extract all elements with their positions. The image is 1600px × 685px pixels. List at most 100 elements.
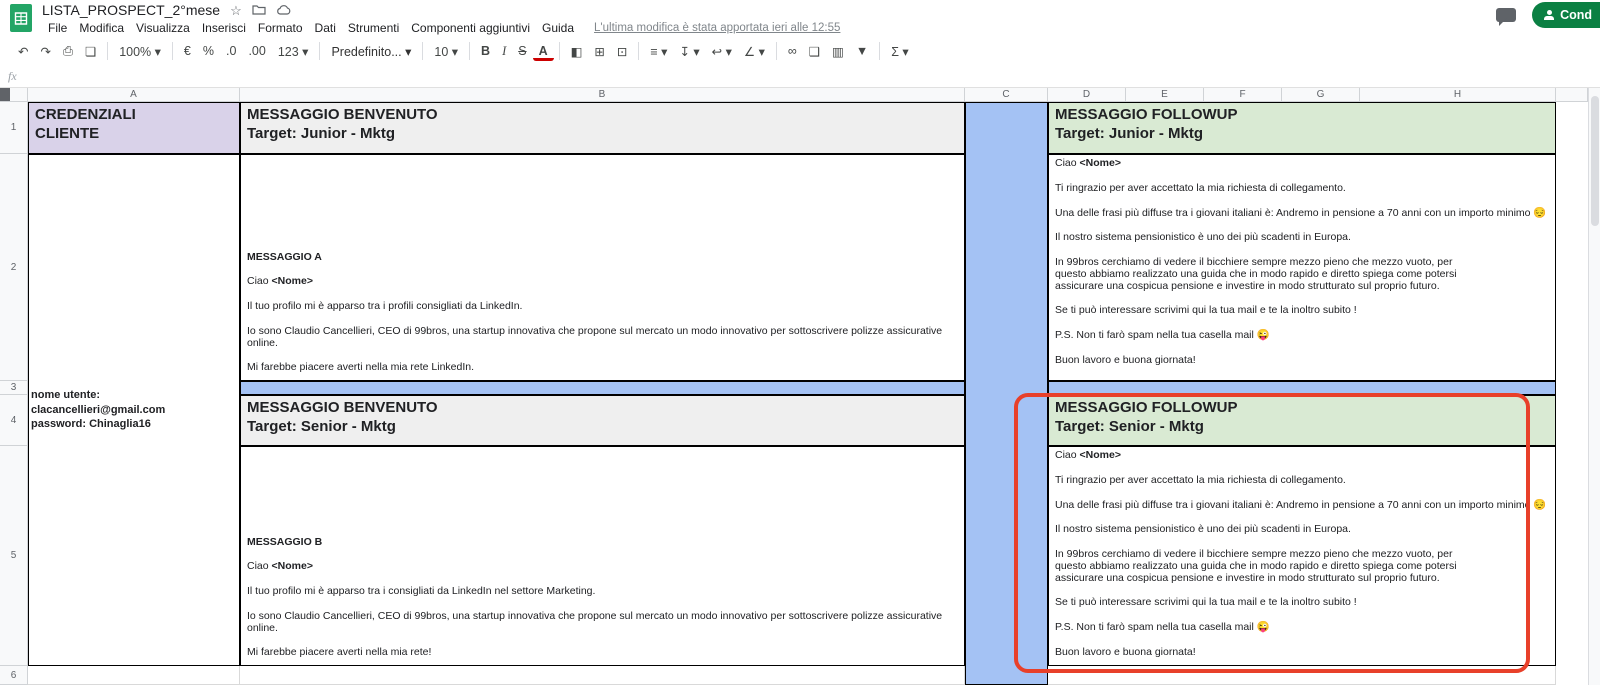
cell-b2-welcome-message-junior[interactable]: MESSAGGIO ACiao <Nome>Il tuo profilo mi … [240, 154, 965, 381]
cell-b1-messaggio-benvenuto-junior[interactable]: MESSAGGIO BENVENUTO Target: Junior - Mkt… [240, 102, 965, 154]
borders-icon[interactable]: ⊞ [588, 42, 610, 61]
menu-dati[interactable]: Dati [309, 19, 342, 37]
column-header-e[interactable]: E [1126, 88, 1204, 102]
row-header-5[interactable]: 5 [0, 446, 28, 666]
message-paragraph: Una delle frasi più diffuse tra i giovan… [1055, 208, 1549, 220]
star-icon[interactable]: ☆ [230, 4, 242, 17]
cell-d1-messaggio-followup-junior[interactable]: MESSAGGIO FOLLOWUP Target: Junior - Mktg [1048, 102, 1556, 154]
print-icon[interactable]: ⎙ [57, 42, 79, 61]
comment-icon[interactable]: ❑ [803, 42, 826, 61]
menu-bar: File Modifica Visualizza Inserisci Forma… [42, 18, 1592, 38]
menu-guida[interactable]: Guida [536, 19, 580, 37]
link-icon[interactable]: ∞ [782, 42, 803, 60]
italic-icon[interactable]: I [496, 42, 512, 61]
strikethrough-icon[interactable]: S [512, 42, 532, 60]
menu-formato[interactable]: Formato [252, 19, 309, 37]
fill-color-icon[interactable]: ◧ [565, 42, 589, 61]
cell-a-credentials[interactable]: nome utente: clacancellieri@gmail.com pa… [28, 154, 240, 666]
column-header-h[interactable]: H [1360, 88, 1556, 102]
cell-d6-empty[interactable] [1048, 666, 1556, 685]
cell-a6-empty[interactable] [28, 666, 240, 685]
filter-icon[interactable]: ▼ [850, 42, 874, 60]
cell-d4-messaggio-followup-senior[interactable]: MESSAGGIO FOLLOWUP Target: Senior - Mktg [1048, 395, 1556, 446]
text-rotation-select[interactable]: ∠ ▾ [738, 42, 771, 61]
menu-visualizza[interactable]: Visualizza [130, 19, 196, 37]
message-paragraph: In 99bros cerchiamo di vedere il bicchie… [1055, 549, 1549, 584]
increase-decimals-icon[interactable]: .00 [242, 42, 271, 60]
vertical-align-select[interactable]: ↧ ▾ [673, 42, 705, 61]
message-paragraph: Il tuo profilo mi è apparso tra i profil… [247, 301, 958, 313]
menu-componenti-aggiuntivi[interactable]: Componenti aggiuntivi [405, 19, 536, 37]
column-header-f[interactable]: F [1204, 88, 1282, 102]
horizontal-align-select[interactable]: ≡ ▾ [644, 42, 673, 61]
toolbar-separator [469, 42, 470, 60]
formula-input[interactable] [27, 66, 1600, 87]
message-paragraph: Se ti può interessare scrivimi qui la tu… [1055, 597, 1549, 609]
text-color-icon[interactable]: A [533, 42, 554, 61]
decrease-decimals-icon[interactable]: .0 [220, 42, 242, 60]
cell-d3-blue-spacer[interactable] [1048, 381, 1556, 395]
last-modified-link[interactable]: L'ultima modifica è stata apportata ieri… [594, 22, 840, 34]
redo-icon[interactable]: ↷ [34, 42, 56, 61]
number-format-select[interactable]: 123 ▾ [272, 42, 315, 61]
column-header-g[interactable]: G [1282, 88, 1360, 102]
message-paragraph: MESSAGGIO A [247, 252, 958, 264]
sheets-logo-icon[interactable] [10, 4, 32, 37]
cell-b5-welcome-message-senior[interactable]: MESSAGGIO BCiao <Nome>Il tuo profilo mi … [240, 446, 965, 666]
row-header-3[interactable]: 3 [0, 381, 28, 395]
column-header-b[interactable]: B [240, 88, 965, 102]
column-header-d[interactable]: D [1048, 88, 1126, 102]
share-button[interactable]: Cond [1532, 2, 1600, 28]
toolbar-separator [559, 42, 560, 60]
row-header-2[interactable]: 2 [0, 154, 28, 381]
chart-icon[interactable]: ▥ [826, 42, 850, 61]
move-folder-icon[interactable] [252, 4, 266, 17]
message-paragraph: Ciao <Nome> [247, 561, 958, 573]
comments-icon[interactable] [1496, 8, 1516, 22]
currency-format-icon[interactable]: € [178, 42, 197, 60]
message-paragraph: MESSAGGIO B [247, 537, 958, 549]
cell-d2-followup-message-junior[interactable]: Ciao <Nome>Ti ringrazio per aver accetta… [1048, 154, 1556, 381]
column-header-a[interactable]: A [28, 88, 240, 102]
title-area: LISTA_PROSPECT_2°mese ☆ File Modifica Vi… [42, 2, 1592, 38]
scrollbar-thumb[interactable] [1591, 96, 1599, 226]
vertical-scrollbar[interactable] [1588, 88, 1600, 685]
select-all-corner[interactable] [0, 88, 28, 102]
text-wrap-select[interactable]: ↩ ▾ [706, 42, 738, 61]
cell-b6-empty[interactable] [240, 666, 965, 685]
share-button-label: Cond [1560, 8, 1592, 22]
paint-format-icon[interactable]: ❏ [79, 42, 102, 61]
merge-cells-icon[interactable]: ⊡ [611, 42, 633, 61]
row-header-6[interactable]: 6 [0, 666, 28, 685]
row-header-1[interactable]: 1 [0, 102, 28, 154]
toolbar-separator [172, 42, 173, 60]
cell-d5-followup-message-senior[interactable]: Ciao <Nome>Ti ringrazio per aver accetta… [1048, 446, 1556, 666]
column-c-blue-spacer[interactable] [965, 102, 1048, 685]
cell-b3-blue-spacer[interactable] [240, 381, 965, 395]
message-paragraph: P.S. Non ti farò spam nella tua casella … [1055, 330, 1549, 342]
menu-inserisci[interactable]: Inserisci [196, 19, 252, 37]
font-size-select[interactable]: 10 ▾ [428, 42, 464, 61]
cell-a1-credenziali-cliente[interactable]: CREDENZIALI CLIENTE [28, 102, 240, 154]
formula-bar: fx [0, 66, 1600, 88]
undo-icon[interactable]: ↶ [12, 42, 34, 61]
toolbar: ↶ ↷ ⎙ ❏ 100% ▾ € % .0 .00 123 ▾ Predefin… [0, 36, 1600, 66]
document-title[interactable]: LISTA_PROSPECT_2°mese [42, 2, 220, 18]
spreadsheet-grid: A B C D E F G H 1 2 3 4 5 6 CREDENZIALI … [0, 88, 1600, 685]
person-icon [1544, 10, 1554, 20]
menu-strumenti[interactable]: Strumenti [342, 19, 405, 37]
cell-b4-messaggio-benvenuto-senior[interactable]: MESSAGGIO BENVENUTO Target: Senior - Mkt… [240, 395, 965, 446]
zoom-select[interactable]: 100% ▾ [113, 42, 167, 61]
functions-select[interactable]: Σ ▾ [885, 42, 914, 61]
bold-icon[interactable]: B [475, 42, 496, 60]
row-header-4[interactable]: 4 [0, 395, 28, 446]
menu-modifica[interactable]: Modifica [73, 19, 130, 37]
toolbar-separator [776, 42, 777, 60]
message-paragraph: Ciao <Nome> [1055, 158, 1549, 170]
font-select[interactable]: Predefinito... ▾ [325, 42, 417, 61]
percent-format-icon[interactable]: % [197, 42, 220, 60]
toolbar-separator [319, 42, 320, 60]
menu-file[interactable]: File [42, 19, 73, 37]
grid-filler-area [1556, 102, 1588, 685]
column-header-c[interactable]: C [965, 88, 1048, 102]
